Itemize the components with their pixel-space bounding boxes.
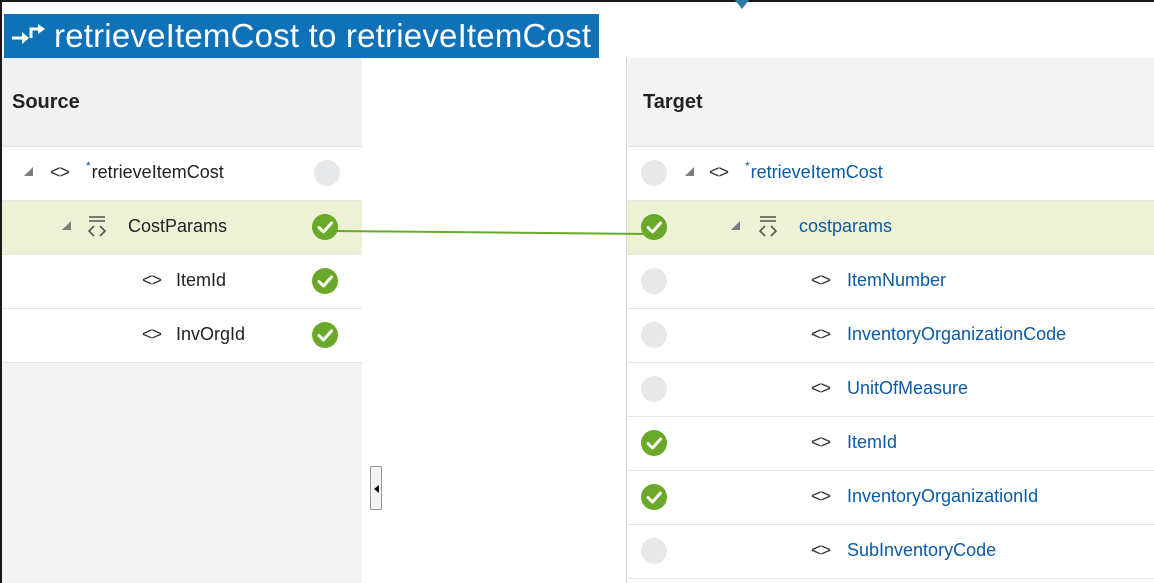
element-code-icon: <> — [811, 432, 831, 452]
source-tree-row[interactable]: CostParams — [2, 201, 362, 255]
element-code-icon: <> — [142, 324, 162, 344]
map-arrows-icon — [10, 20, 50, 52]
source-node-label: CostParams — [128, 216, 228, 236]
expanded-triangle-icon[interactable] — [24, 167, 33, 176]
expanded-triangle-icon[interactable] — [62, 221, 71, 230]
collection-code-icon — [86, 214, 114, 243]
target-tree-row[interactable]: <> ItemNumber — [627, 255, 1154, 309]
element-code-icon: <> — [811, 486, 831, 506]
source-header: Source — [2, 58, 362, 147]
target-tree-row[interactable]: <> *retrieveItemCost — [627, 147, 1154, 201]
target-tree-row[interactable]: <> ItemId — [627, 417, 1154, 471]
target-node-label: ItemId — [847, 432, 898, 452]
pointer-arrow-icon — [735, 0, 749, 9]
target-tree-row[interactable]: <> UnitOfMeasure — [627, 363, 1154, 417]
collapse-left-icon — [374, 485, 379, 493]
source-node-label: ItemId — [176, 270, 227, 290]
empty-circle-icon[interactable] — [641, 160, 667, 186]
check-circle-icon[interactable] — [312, 268, 338, 294]
element-code-icon: <> — [811, 270, 831, 290]
target-node-label: *retrieveItemCost — [745, 159, 883, 182]
target-node-label: costparams — [799, 216, 893, 236]
target-tree-row[interactable]: costparams — [627, 201, 1154, 255]
source-panel: Source <> *retrieveItemCost CostParams <… — [2, 58, 362, 583]
check-circle-icon[interactable] — [641, 430, 667, 456]
element-code-icon: <> — [50, 162, 70, 182]
source-tree-row[interactable]: <> *retrieveItemCost — [2, 147, 362, 201]
empty-circle-icon[interactable] — [641, 538, 667, 564]
empty-circle-icon[interactable] — [641, 268, 667, 294]
target-node-label: UnitOfMeasure — [847, 378, 969, 398]
check-circle-icon[interactable] — [312, 214, 338, 240]
target-tree-row[interactable]: <> InventoryOrganizationId — [627, 471, 1154, 525]
element-code-icon: <> — [811, 378, 831, 398]
target-tree-row[interactable]: <> SubInventoryCode — [627, 525, 1154, 579]
empty-circle-icon[interactable] — [641, 322, 667, 348]
check-circle-icon[interactable] — [641, 484, 667, 510]
empty-circle-icon[interactable] — [314, 160, 340, 186]
top-border — [0, 0, 1154, 2]
collapse-panel-button[interactable] — [370, 466, 382, 510]
target-node-label: InventoryOrganizationCode — [847, 324, 1067, 344]
target-node-label: SubInventoryCode — [847, 540, 997, 560]
target-node-label: ItemNumber — [847, 270, 947, 290]
target-node-label: InventoryOrganizationId — [847, 486, 1039, 506]
expanded-triangle-icon[interactable] — [685, 167, 694, 176]
source-node-label: InvOrgId — [176, 324, 246, 344]
required-marker: * — [86, 159, 91, 173]
target-header: Target — [627, 58, 1154, 147]
check-circle-icon[interactable] — [312, 322, 338, 348]
element-code-icon: <> — [811, 540, 831, 560]
target-tree-row[interactable]: <> InventoryOrganizationCode — [627, 309, 1154, 363]
source-node-label: *retrieveItemCost — [86, 159, 224, 182]
mapping-canvas — [362, 148, 628, 583]
required-marker: * — [745, 159, 750, 173]
element-code-icon: <> — [709, 162, 729, 182]
check-circle-icon[interactable] — [641, 214, 667, 240]
source-tree-row[interactable]: <> ItemId — [2, 255, 362, 309]
target-panel: Target <> *retrieveItemCost costparams <… — [627, 58, 1154, 583]
empty-circle-icon[interactable] — [641, 376, 667, 402]
title-text: retrieveItemCost to retrieveItemCost — [54, 17, 592, 54]
page-title: retrieveItemCost to retrieveItemCost — [4, 14, 600, 58]
element-code-icon: <> — [811, 324, 831, 344]
source-tree-row[interactable]: <> InvOrgId — [2, 309, 362, 363]
element-code-icon: <> — [142, 270, 162, 290]
collection-code-icon — [757, 214, 785, 243]
expanded-triangle-icon[interactable] — [731, 221, 740, 230]
